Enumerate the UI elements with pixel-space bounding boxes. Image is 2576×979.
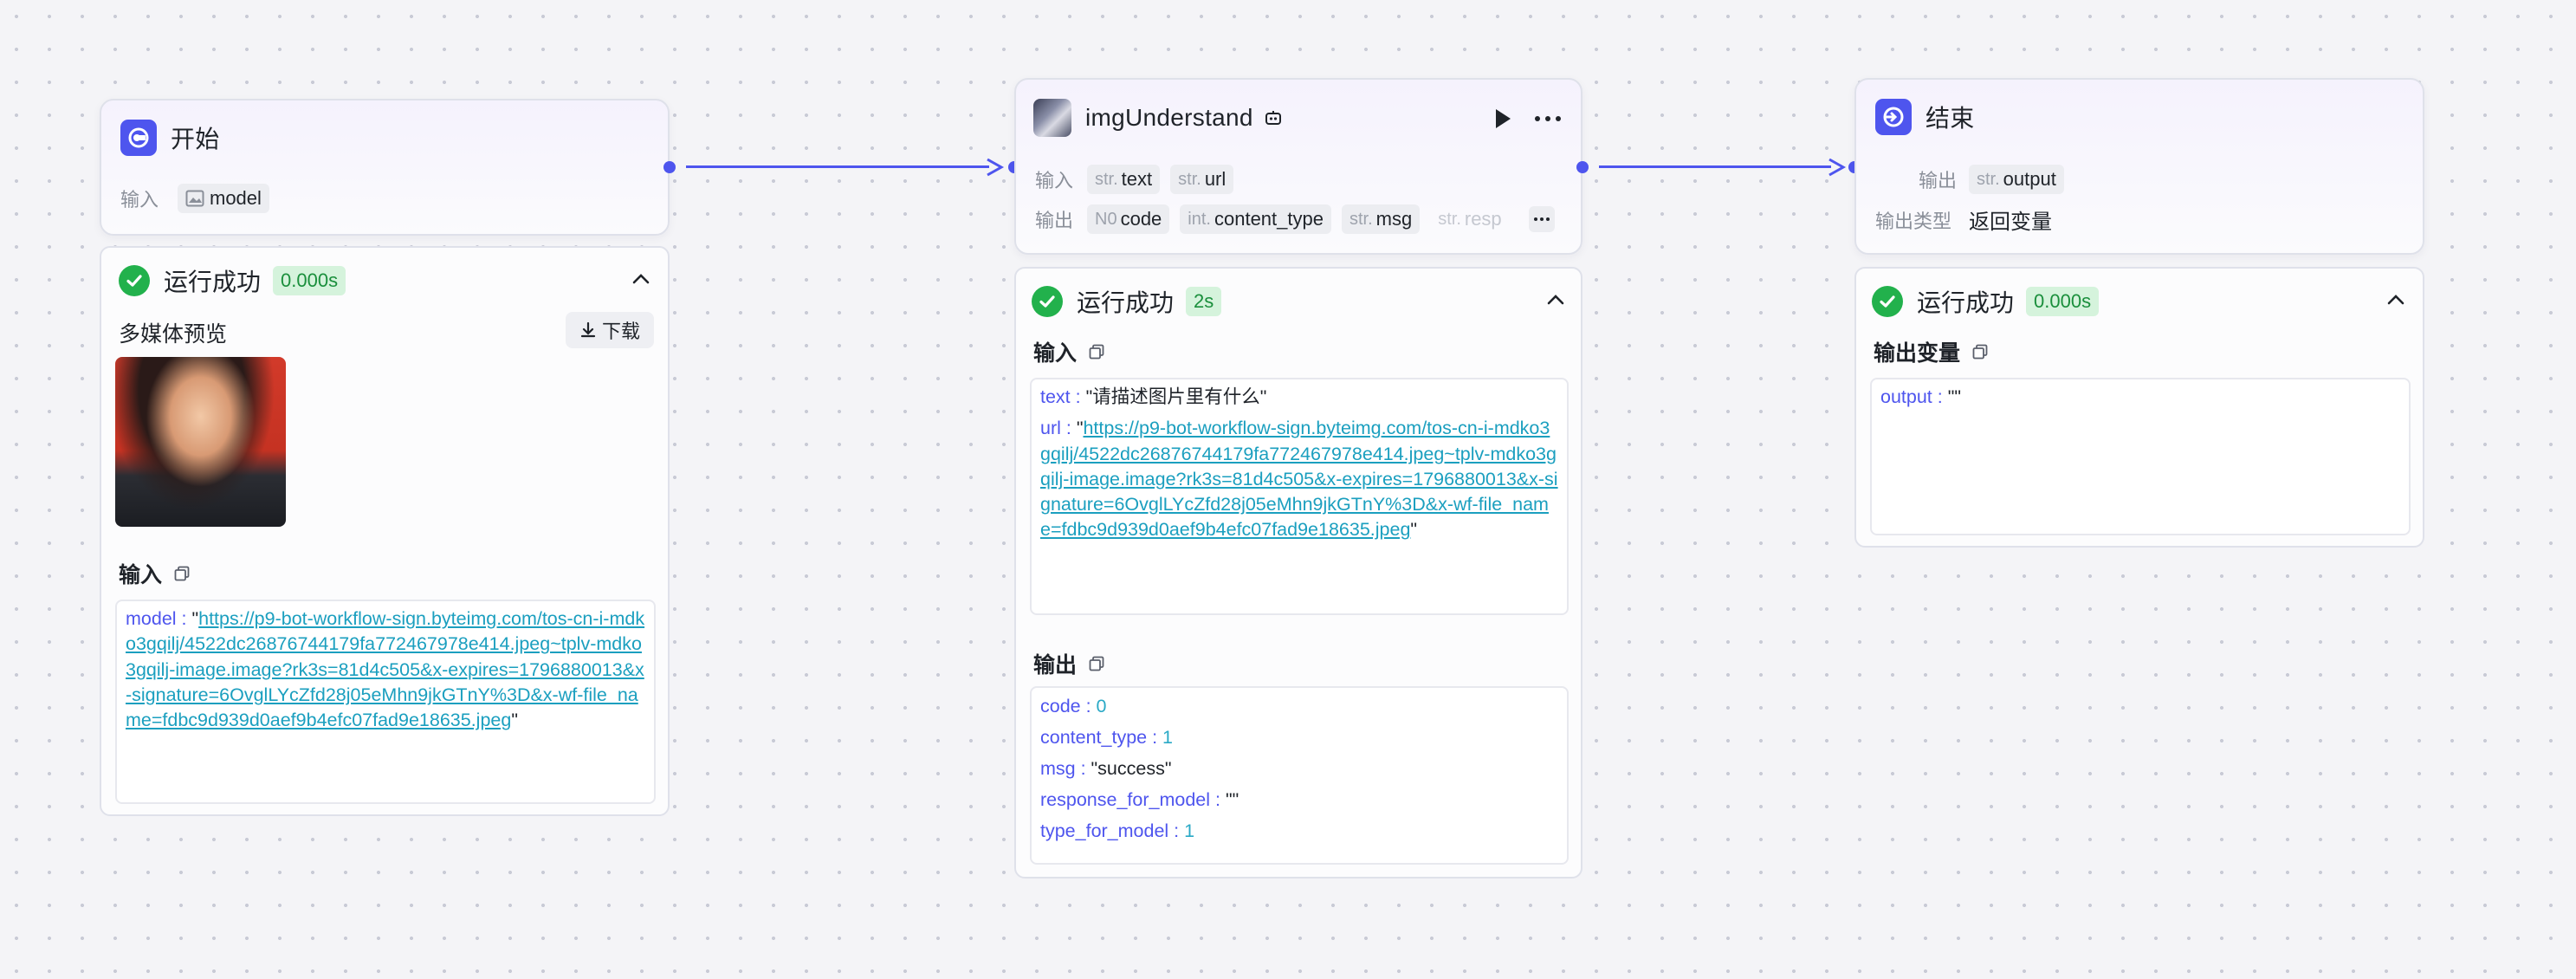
image-icon <box>185 190 204 207</box>
start-input-json: model : "https://p9-bot-workflow-sign.by… <box>115 600 656 804</box>
start-duration-badge: 0.000s <box>273 266 346 295</box>
end-status-text: 运行成功 <box>1917 289 2015 316</box>
run-icon[interactable] <box>1492 107 1513 130</box>
img-result-panel: 运行成功 2s 输入 text : "请描述图片里有什么" url : "htt… <box>1014 267 1582 879</box>
img-output-port[interactable] <box>1576 161 1589 173</box>
start-input-tag: model <box>178 184 269 213</box>
end-node-title: 结束 <box>1926 105 1975 132</box>
arrow-head-icon <box>1828 158 1847 177</box>
start-input-section: 输入 <box>119 558 190 589</box>
start-status-text: 运行成功 <box>164 269 262 295</box>
more-options-icon[interactable] <box>1534 114 1562 123</box>
end-output-tag: str. output <box>1969 165 2064 194</box>
download-icon <box>580 321 596 338</box>
url-link[interactable]: https://p9-bot-workflow-sign.byteimg.com… <box>1040 418 1558 540</box>
end-output-label: 输出 <box>1918 170 1957 191</box>
img-output-tag-msg: str. msg <box>1341 204 1421 234</box>
img-output-tag-code: N0 code <box>1087 204 1170 234</box>
end-output-type-label: 输出类型 <box>1875 210 1952 232</box>
edge-img-to-end[interactable] <box>1599 165 1831 168</box>
img-input-tag-url: str. url <box>1170 165 1234 194</box>
success-check-icon <box>119 265 150 296</box>
success-check-icon <box>1032 286 1063 317</box>
ellipsis-icon <box>1534 217 1550 221</box>
start-node[interactable]: 开始 输入 model <box>100 99 670 236</box>
media-preview-image[interactable] <box>115 357 286 527</box>
img-output-section: 输出 <box>1033 648 1104 679</box>
end-result-panel: 运行成功 0.000s 输出变量 output : "" <box>1854 267 2424 548</box>
download-button[interactable]: 下载 <box>566 312 654 348</box>
img-input-section: 输入 <box>1033 336 1104 367</box>
arrow-head-icon <box>987 158 1005 177</box>
img-input-tag-text: str. text <box>1087 165 1161 194</box>
json-key: model <box>126 608 177 629</box>
copy-icon <box>1089 344 1104 360</box>
img-understand-node[interactable]: imgUnderstand 输入 str. text str. url 输出 N0 c… <box>1014 78 1582 255</box>
img-output-tag-resp: str. resp <box>1438 208 1502 230</box>
img-input-label: 输入 <box>1035 170 1074 191</box>
copy-icon <box>1972 344 1988 360</box>
edge-start-to-img[interactable] <box>686 165 989 168</box>
img-duration-badge: 2s <box>1186 287 1222 316</box>
robot-icon <box>1265 111 1281 125</box>
end-output-section: 输出变量 <box>1874 336 1988 367</box>
start-output-port[interactable] <box>663 161 676 173</box>
start-result-panel: 运行成功 0.000s 多媒体预览 下载 输入 model : "https:/… <box>100 246 670 816</box>
img-status-text: 运行成功 <box>1077 289 1175 316</box>
img-output-tag-content-type: int. content_type <box>1180 204 1331 234</box>
chevron-up-icon[interactable] <box>2386 293 2405 307</box>
success-check-icon <box>1872 286 1903 317</box>
chevron-up-icon[interactable] <box>631 272 650 286</box>
end-output-type-value: 返回变量 <box>1969 211 2052 234</box>
start-node-icon <box>120 120 157 156</box>
plugin-thumbnail-icon <box>1033 99 1071 137</box>
chevron-up-icon[interactable] <box>1546 293 1565 307</box>
end-node[interactable]: 结束 输出 str. output 输出类型 返回变量 <box>1854 78 2424 255</box>
start-input-label: 输入 <box>120 189 159 211</box>
copy-icon <box>174 566 190 581</box>
img-output-label: 输出 <box>1035 210 1074 231</box>
start-node-title: 开始 <box>171 126 220 152</box>
media-preview-title: 多媒体预览 <box>119 322 228 347</box>
copy-icon <box>1089 656 1104 671</box>
img-node-title: imgUnderstand <box>1085 104 1253 131</box>
end-node-icon <box>1875 99 1912 135</box>
img-output-json: code : 0 content_type : 1 msg : "success… <box>1030 686 1569 865</box>
img-input-json: text : "请描述图片里有什么" url : "https://p9-bot… <box>1030 378 1569 615</box>
end-duration-badge: 0.000s <box>2026 287 2100 316</box>
end-output-json: output : "" <box>1870 378 2411 535</box>
more-outputs-button[interactable] <box>1529 206 1555 232</box>
model-url-link[interactable]: https://p9-bot-workflow-sign.byteimg.com… <box>126 608 644 730</box>
